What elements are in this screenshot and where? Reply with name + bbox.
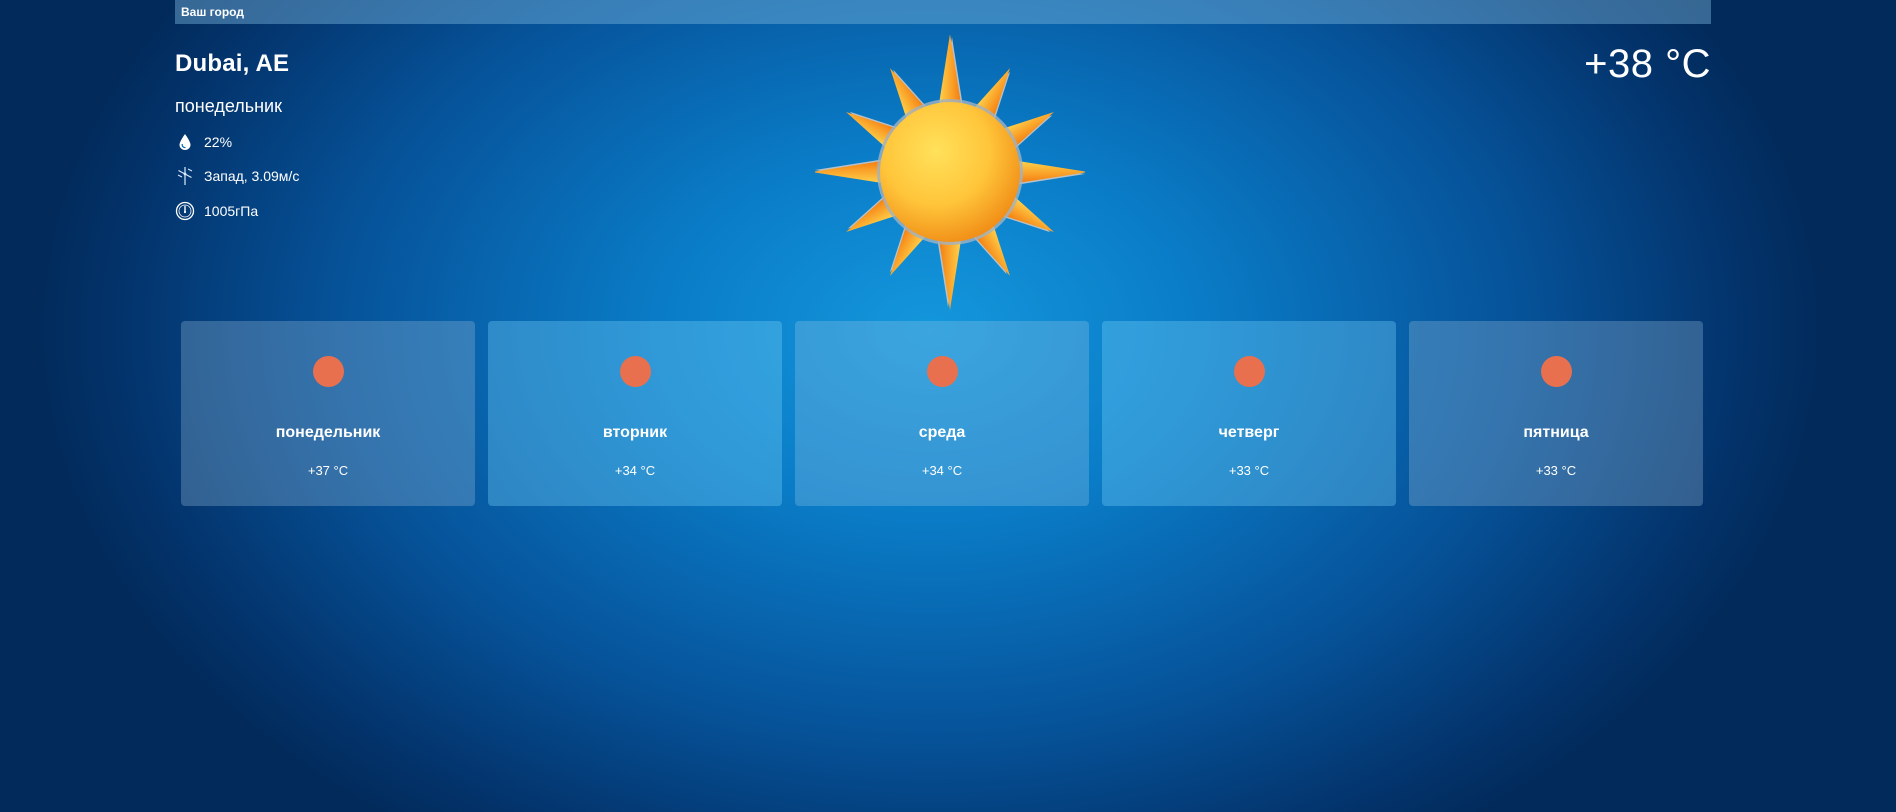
pressure-row: 1005гПа (175, 200, 258, 222)
city-search-bar (175, 0, 1711, 24)
sun-dot-icon (927, 356, 958, 387)
forecast-day: среда (918, 424, 966, 441)
wind-turbine-icon (175, 166, 195, 186)
city-name: Dubai, AE (175, 50, 290, 77)
forecast-card: четверг +33 °C (1102, 321, 1396, 506)
sun-dot-icon (1541, 356, 1572, 387)
forecast-temp: +37 °C (307, 463, 349, 478)
humidity-value: 22% (204, 134, 233, 150)
forecast-card: вторник +34 °C (488, 321, 782, 506)
forecast-card: пятница +33 °C (1409, 321, 1703, 506)
weather-page: Dubai, AE понедельник 22% Запад, 3.09м/с (175, 0, 1711, 812)
forecast-temp: +34 °C (921, 463, 963, 478)
sun-dot-icon (1234, 356, 1265, 387)
forecast-day: понедельник (275, 424, 381, 441)
current-temperature: +38 °C (1584, 42, 1711, 86)
current-day: понедельник (175, 96, 282, 116)
city-search-input[interactable] (181, 0, 1705, 24)
wind-value: Запад, 3.09м/с (204, 168, 300, 184)
sun-dot-icon (620, 356, 651, 387)
forecast-day: вторник (602, 424, 668, 441)
forecast-day: четверг (1218, 424, 1280, 441)
forecast-temp: +33 °C (1535, 463, 1577, 478)
forecast-card: среда +34 °C (795, 321, 1089, 506)
droplet-icon (175, 132, 195, 152)
forecast-card: понедельник +37 °C (181, 321, 475, 506)
forecast-temp: +34 °C (614, 463, 656, 478)
wind-row: Запад, 3.09м/с (175, 165, 299, 187)
sun-icon (812, 34, 1088, 310)
humidity-row: 22% (175, 131, 232, 153)
forecast-day: пятница (1523, 424, 1589, 441)
barometer-icon (175, 201, 195, 221)
pressure-value: 1005гПа (204, 203, 259, 219)
forecast-list: понедельник +37 °C вторник +34 °C среда … (181, 321, 1705, 506)
forecast-temp: +33 °C (1228, 463, 1270, 478)
sun-dot-icon (313, 356, 344, 387)
